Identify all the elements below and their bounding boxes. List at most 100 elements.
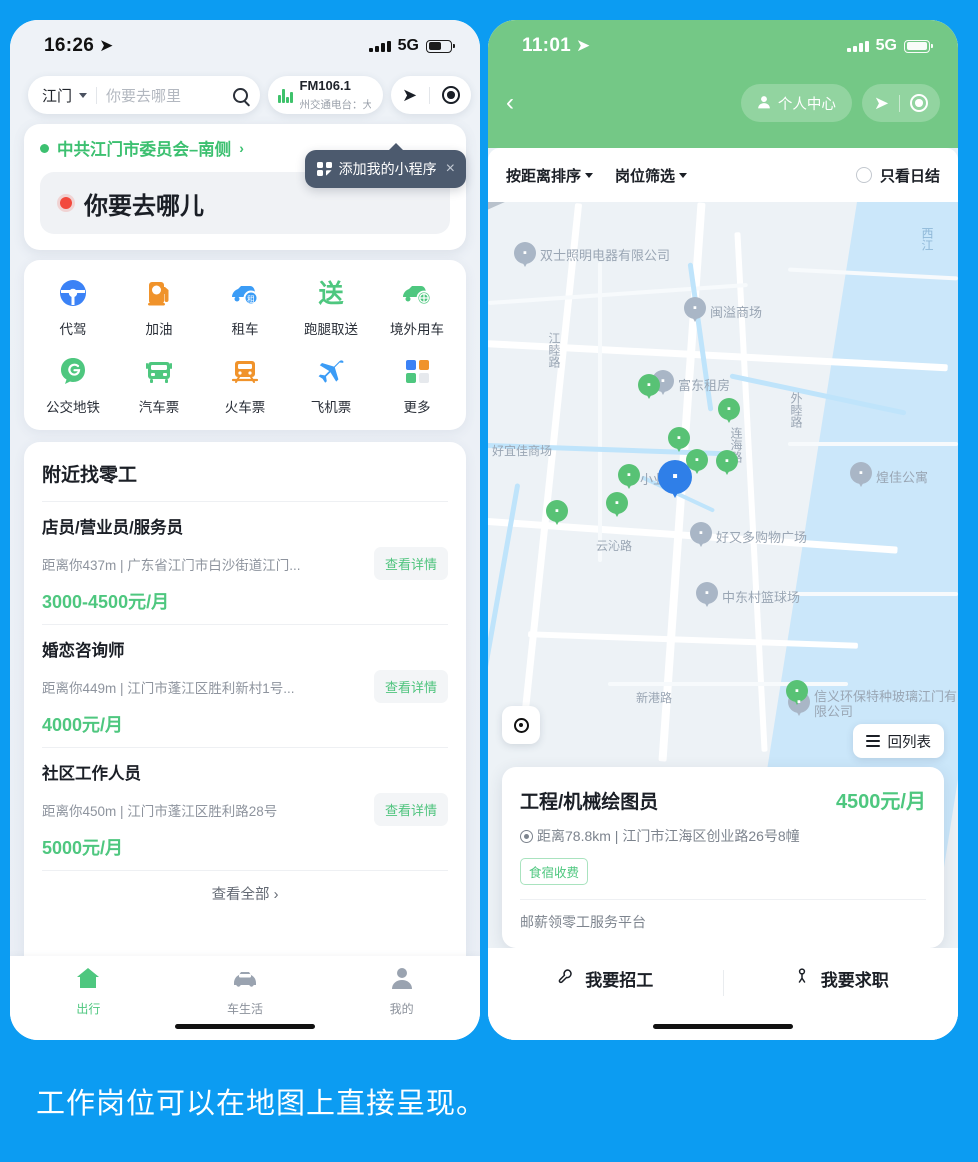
navigation-arrow-icon[interactable]: ➤ [874,94,889,112]
service-refuel[interactable]: 加油 [116,276,202,338]
service-errand-delivery[interactable]: 送 跑腿取送 [288,276,374,338]
tab-car-life[interactable]: 车生活 [167,966,324,1017]
map-poi[interactable]: ▪ 信义环保特种玻璃江门有限公司 [788,689,958,720]
search-bar[interactable]: 江门 你要去哪里 [28,76,260,114]
service-designated-driver[interactable]: 代驾 [30,276,116,338]
post-job-button[interactable]: 我要招工 [488,966,723,991]
tab-label: 车生活 [226,1002,263,1016]
job-list-item[interactable]: 婚恋咨询师 距离你449m | 江门市蓬江区胜利新村1号... 查看详情 400… [42,624,448,747]
caption-text: 工作岗位可以在地图上直接呈现。 [36,1088,487,1120]
service-flight-ticket[interactable]: 飞机票 [288,354,374,416]
map-road-minor [778,592,958,596]
status-time-group: 11:01 ➤ [522,35,591,57]
locate-me-button[interactable] [502,706,540,744]
map-poi[interactable]: ▪ 中东村篮球场 [696,582,800,610]
service-car-rental[interactable]: 租 租车 [202,276,288,338]
person-icon [390,966,414,995]
radio-unchecked-icon[interactable] [855,167,872,183]
map-poi[interactable]: ▪ 富东租房 [652,370,730,398]
map-poi[interactable]: ▪ 双士照明电器有限公司 [514,242,670,270]
user-center-button[interactable]: 个人中心 [740,84,852,122]
poi-label: 好又多购物广场 [716,529,808,545]
mini-program-tooltip[interactable]: 添加我的小程序 × [305,143,466,188]
service-label: 火车票 [224,400,266,415]
post-job-label: 我要招工 [585,971,654,990]
sort-by-distance-dropdown[interactable]: 按距离排序 [506,165,594,186]
back-to-list-label: 回列表 [887,734,932,751]
job-meta-row: 距离你450m | 江门市蓬江区胜利路28号 查看详情 [42,793,448,826]
only-daily-settle-toggle[interactable]: 只看日结 [855,165,940,186]
compass-icon[interactable] [442,86,461,104]
service-more[interactable]: 更多 [374,354,460,416]
status-time: 16:26 [44,35,95,56]
service-train-ticket[interactable]: 火车票 [202,354,288,416]
job-list-item[interactable]: 店员/营业员/服务员 距离你437m | 广东省江门市白沙街道江门... 查看详… [42,501,448,624]
chevron-right-icon[interactable]: › [239,140,244,156]
city-selector-label[interactable]: 江门 [42,85,72,106]
left-top-bar: 江门 你要去哪里 FM106.1 州交通电台：大 ➤ [10,72,480,124]
view-detail-button[interactable]: 查看详情 [373,547,448,580]
job-marker[interactable]: ▪ [718,398,740,426]
right-bottom-actions: 我要招工 我要求职 [488,948,958,1040]
tab-mine[interactable]: 我的 [323,966,480,1017]
view-detail-button[interactable]: 查看详情 [373,670,448,703]
radio-widget[interactable]: FM106.1 州交通电台：大 [268,76,383,114]
service-label: 汽车票 [138,400,180,415]
job-marker[interactable]: ▪ [606,492,628,520]
left-phone-screen: 16:26 ➤ 5G 江门 你要去哪里 FM106.1 州交通电台：大 ➤ 添加… [10,20,480,1040]
chevron-down-icon [585,172,594,178]
view-detail-button[interactable]: 查看详情 [373,793,448,826]
radio-station: FM106.1 [299,78,351,93]
map-nav-controls[interactable]: ➤ [391,76,472,114]
job-marker[interactable]: ▪ [638,374,660,402]
job-filter-dropdown[interactable]: 岗位筛选 [615,165,688,186]
job-title: 店员/营业员/服务员 [42,519,184,537]
compass-icon[interactable] [910,94,928,112]
destination-placeholder[interactable]: 你要去哪儿 [84,186,204,221]
poi-name[interactable]: 中共江门市委员会–南侧 [57,136,231,160]
navigation-arrow-icon[interactable]: ➤ [402,86,417,104]
selected-job-marker[interactable]: ▪ [658,460,692,502]
detail-salary: 4500元/月 [835,791,926,813]
map-poi[interactable]: ▪ 闽溢商场 [684,297,762,325]
job-marker[interactable]: ▪ [546,500,568,528]
tab-travel[interactable]: 出行 [10,966,167,1017]
chevron-down-icon [679,172,688,178]
car-icon [231,966,259,995]
service-label: 代驾 [59,322,87,337]
mini-program-icon [317,161,332,177]
battery-icon [426,39,455,53]
map-road-minor [608,682,848,686]
panel-title: 附近找零工 [42,465,138,486]
map-nav-controls[interactable]: ➤ [861,84,940,122]
status-right-group: 5G [847,37,933,55]
services-row-2: 公交地铁 汽车票 火车票 飞机票 更多 [30,354,460,416]
service-label: 加油 [145,322,173,337]
poi-label: 信义环保特种玻璃江门有限公司 [814,689,958,719]
service-overseas-car[interactable]: 境外用车 [374,276,460,338]
divider [429,86,431,104]
close-icon[interactable]: × [446,160,455,178]
search-input-placeholder[interactable]: 你要去哪里 [106,85,227,106]
job-detail-card[interactable]: 工程/机械绘图员 4500元/月 距离78.8km | 江门市江海区创业路26号… [502,767,944,948]
service-coach-ticket[interactable]: 汽车票 [116,354,202,416]
job-marker[interactable]: ▪ [716,450,738,478]
back-button[interactable]: ‹ [506,91,514,115]
job-list-item[interactable]: 社区工作人员 距离你450m | 江门市蓬江区胜利路28号 查看详情 5000元… [42,747,448,870]
status-time-group: 16:26 ➤ [44,35,114,57]
search-icon[interactable] [233,87,248,103]
home-indicator [653,1024,793,1029]
map-poi[interactable]: ▪ 煌佳公寓 [850,462,928,490]
services-grid: 代驾 加油 租 租车 送 跑腿取送 境外用车 公交地铁 汽车票 火车票 飞机票 … [24,260,466,430]
find-job-label: 我要求职 [820,971,889,990]
back-to-list-button[interactable]: 回列表 [852,724,944,758]
status-time: 11:01 [522,35,572,56]
network-type: 5G [875,37,897,54]
chevron-down-icon[interactable] [79,92,88,98]
service-bus-metro[interactable]: 公交地铁 [30,354,116,416]
view-all-link[interactable]: 查看全部 › [42,870,448,914]
find-job-button[interactable]: 我要求职 [724,966,959,991]
map-poi[interactable]: ▪ 好又多购物广场 [690,522,807,550]
signal-bars-icon [847,40,869,52]
sort-label: 按距离排序 [506,167,582,185]
